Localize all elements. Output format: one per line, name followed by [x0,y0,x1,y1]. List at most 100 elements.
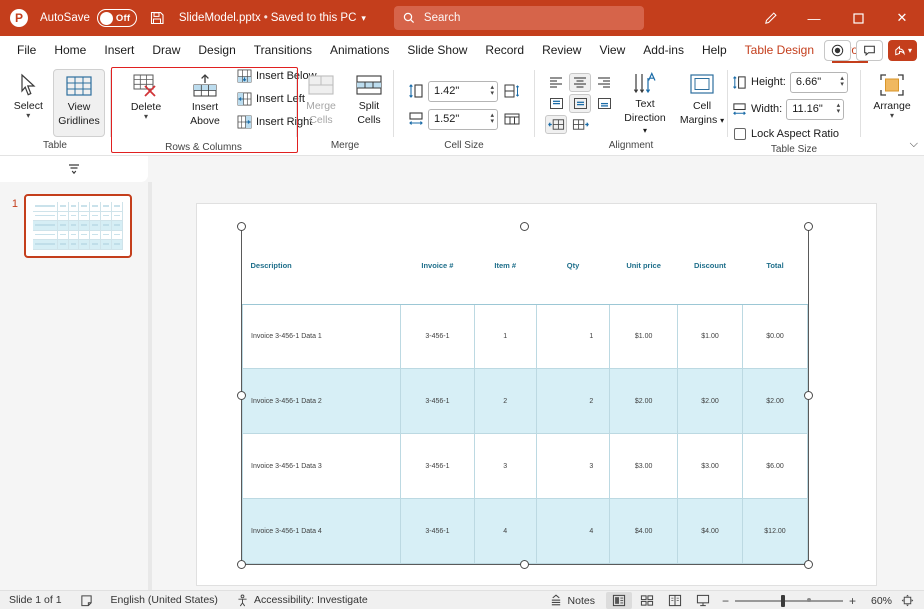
lock-aspect-ratio-row[interactable]: Lock Aspect Ratio [732,124,839,144]
tab-file[interactable]: File [8,38,45,62]
search-box[interactable]: Search [393,6,644,30]
spinner-arrows[interactable]: ▴ ▾ [840,75,845,88]
tab-table-design[interactable]: Table Design [736,38,823,62]
tab-slide-show[interactable]: Slide Show [398,38,476,62]
table-row[interactable]: Invoice 3-456-1 Data 1 3-456-1 1 1 $1.00… [241,303,809,370]
cell-item[interactable]: 1 [473,303,537,370]
merge-cells-button[interactable]: Merge Cells [298,69,344,137]
zoom-level-label[interactable]: 60% [862,595,892,607]
cell-discount[interactable]: $4.00 [677,498,743,564]
comments-button[interactable] [855,39,883,61]
table-row[interactable]: Invoice 3-456-1 Data 4 3-456-1 4 4 $4.00… [241,498,809,564]
fit-slide-button[interactable] [894,592,920,609]
slide-show-button[interactable] [690,592,716,609]
minimize-button[interactable]: — [792,0,836,36]
tab-transitions[interactable]: Transitions [245,38,321,62]
reading-view-button[interactable] [662,592,688,609]
maximize-button[interactable] [836,0,880,36]
table-width-input[interactable]: 11.16" ▴ ▾ [786,98,845,120]
align-left-button[interactable] [545,73,567,92]
tab-review[interactable]: Review [533,38,590,62]
cell-item[interactable]: 2 [473,368,537,435]
chevron-down-icon[interactable]: ▾ [26,112,30,120]
cell-total[interactable]: $2.00 [741,368,809,435]
cell-unit-price[interactable]: $4.00 [609,498,679,564]
tab-view[interactable]: View [590,38,634,62]
arrange-button[interactable]: Arrange ▾ [869,69,915,137]
table-row[interactable]: Invoice 3-456-1 Data 2 3-456-1 2 2 $2.00… [241,368,809,435]
text-direction-ltr-button[interactable] [545,114,567,134]
thumbnail-pane-collapse[interactable] [0,156,148,182]
chevron-down-icon[interactable]: ▾ [720,116,724,125]
text-direction-button[interactable]: Text Direction ▾ [619,69,671,137]
zoom-out-button[interactable]: − [722,594,729,608]
slide-table[interactable]: Description Invoice # Item # Qty Unit pr… [241,227,809,564]
ribbon-collapse-button[interactable]: ⌵ [910,138,918,151]
cell-qty[interactable]: 3 [535,433,611,500]
zoom-track[interactable] [734,594,843,607]
cell-total[interactable]: $0.00 [741,303,809,370]
slide-sorter-button[interactable] [634,592,660,609]
tab-record[interactable]: Record [476,38,533,62]
save-icon[interactable] [149,10,165,26]
cell-total[interactable]: $12.00 [741,498,809,564]
autosave-toggle[interactable]: Off [96,9,137,27]
align-bottom-button[interactable] [593,94,615,113]
cell-description[interactable]: Invoice 3-456-1 Data 3 [241,433,402,500]
select-button[interactable]: Select ▾ [5,69,51,137]
cell-qty[interactable]: 1 [535,303,611,370]
share-button[interactable]: ▾ [887,39,917,61]
cell-invoice[interactable]: 3-456-1 [400,433,475,500]
spinner-arrows[interactable]: ▴ ▾ [490,84,495,97]
cell-width-input[interactable]: 1.52" ▴ ▾ [428,108,498,130]
tab-home[interactable]: Home [45,38,95,62]
cell-discount[interactable]: $1.00 [677,303,743,370]
tab-animations[interactable]: Animations [321,38,398,62]
cell-margins-button[interactable]: Cell Margins ▾ [675,69,729,137]
cell-unit-price[interactable]: $3.00 [609,433,679,500]
align-center-button[interactable] [569,72,591,92]
chevron-down-icon[interactable]: ▾ [890,112,894,120]
cell-invoice[interactable]: 3-456-1 [400,368,475,435]
zoom-slider[interactable]: − + [722,594,856,608]
align-top-button[interactable] [545,94,567,113]
cell-invoice[interactable]: 3-456-1 [400,303,475,370]
tab-help[interactable]: Help [693,38,736,62]
insert-above-button[interactable]: Insert Above [181,70,229,138]
normal-view-button[interactable] [605,592,632,609]
accessibility-status[interactable]: Accessibility: Investigate [227,594,377,607]
align-middle-button[interactable] [569,93,591,113]
document-title[interactable]: SlideModel.pptx • Saved to this PC ▾ [179,12,366,24]
tab-insert[interactable]: Insert [95,38,143,62]
chevron-down-icon[interactable]: ▾ [643,126,647,135]
language-indicator[interactable]: English (United States) [102,594,227,606]
text-direction-rtl-button[interactable] [569,115,591,134]
delete-button[interactable]: Delete ▾ [121,70,171,138]
cell-description[interactable]: Invoice 3-456-1 Data 2 [241,368,402,435]
table-row[interactable]: Invoice 3-456-1 Data 3 3-456-1 3 3 $3.00… [241,433,809,500]
cell-height-input[interactable]: 1.42" ▴ ▾ [428,80,498,102]
chevron-down-icon[interactable]: ▾ [361,13,366,24]
cell-invoice[interactable]: 3-456-1 [400,498,475,564]
tab-add-ins[interactable]: Add-ins [634,38,693,62]
slide-thumbnail-1[interactable] [24,194,132,258]
cell-qty[interactable]: 2 [535,368,611,435]
chevron-down-icon[interactable]: ▾ [144,113,148,121]
slide-counter[interactable]: Slide 1 of 1 [0,594,71,606]
spinner-arrows[interactable]: ▴ ▾ [490,112,495,125]
tab-draw[interactable]: Draw [143,38,189,62]
record-button[interactable] [823,39,851,61]
cell-description[interactable]: Invoice 3-456-1 Data 4 [241,498,402,564]
cell-unit-price[interactable]: $1.00 [609,303,679,370]
cell-discount[interactable]: $2.00 [677,368,743,435]
draw-pen-button[interactable] [748,0,792,36]
cell-total[interactable]: $6.00 [741,433,809,500]
cell-qty[interactable]: 4 [535,498,611,564]
cell-item[interactable]: 3 [473,433,537,500]
table-height-input[interactable]: 6.66" ▴ ▾ [789,71,848,93]
slide-canvas[interactable]: Description Invoice # Item # Qty Unit pr… [152,182,924,590]
cell-unit-price[interactable]: $2.00 [609,368,679,435]
cell-discount[interactable]: $3.00 [677,433,743,500]
notes-button[interactable]: Notes [540,594,604,607]
slide-surface[interactable]: Description Invoice # Item # Qty Unit pr… [196,203,877,586]
